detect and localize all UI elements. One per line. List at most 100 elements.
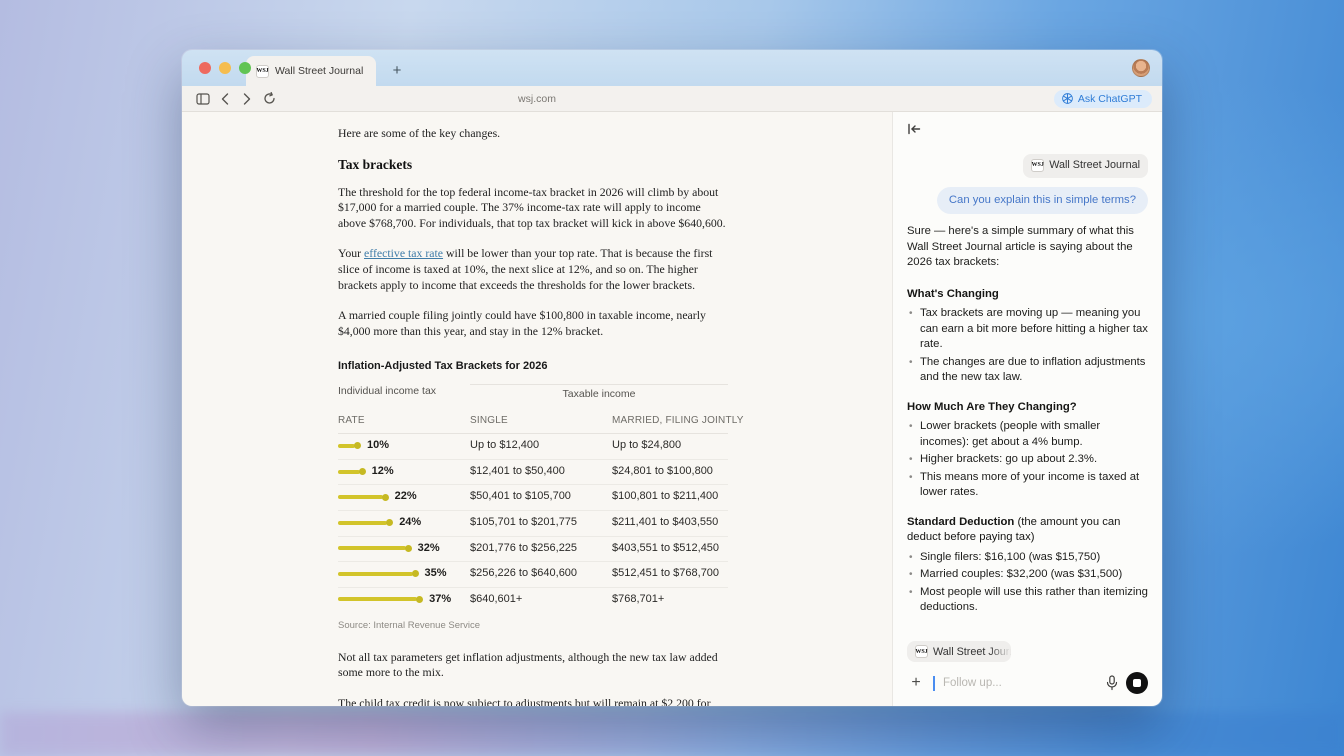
- bullet-item: Married couples: $32,200 (was $31,500): [907, 567, 1148, 583]
- rate-value: 12%: [372, 464, 394, 480]
- user-avatar[interactable]: [1132, 59, 1150, 77]
- column-header-married: MARRIED, FILING JOINTLY: [612, 409, 728, 435]
- minimize-button[interactable]: [219, 62, 231, 74]
- tab-title: Wall Street Journal: [275, 65, 363, 77]
- heading-bold: Standard Deduction: [907, 516, 1014, 528]
- bullet-item: Most people will use this rather than it…: [907, 585, 1148, 616]
- married-range: $100,801 to $211,400: [612, 485, 728, 511]
- rate-bar: [338, 519, 393, 526]
- paragraph-text: Your: [338, 246, 364, 260]
- composer-source-chip[interactable]: WSJ Wall Street Journal: [907, 641, 1011, 662]
- chat-composer: WSJ Wall Street Journal +: [893, 636, 1162, 707]
- single-range: $256,226 to $640,600: [470, 562, 612, 588]
- stop-icon: [1133, 679, 1141, 687]
- follow-up-input[interactable]: [943, 677, 1098, 689]
- married-range: $768,701+: [612, 588, 728, 613]
- rate-bar: [338, 545, 412, 552]
- browser-toolbar: wsj.com Ask ChatGPT: [182, 86, 1162, 112]
- reload-icon: [263, 92, 276, 105]
- table-title: Inflation-Adjusted Tax Brackets for 2026: [338, 359, 728, 375]
- back-button[interactable]: [214, 90, 236, 108]
- composer-chip-label: Wall Street Journal: [933, 646, 1011, 658]
- attachment-chip[interactable]: WSJ Wall Street Journal: [1023, 154, 1148, 178]
- table-group-label-left: Individual income tax: [338, 384, 470, 409]
- chatgpt-sidebar: WSJ Wall Street Journal Can you explain …: [892, 112, 1162, 706]
- married-range: $403,551 to $512,450: [612, 537, 728, 563]
- tax-brackets-table: Inflation-Adjusted Tax Brackets for 2026…: [338, 359, 728, 634]
- rate-value: 24%: [399, 515, 421, 531]
- assistant-bullet-list: Lower brackets (people with smaller inco…: [907, 419, 1148, 501]
- browser-tab[interactable]: WSJ Wall Street Journal: [246, 56, 376, 86]
- assistant-message: Sure — here's a simple summary of what t…: [907, 224, 1148, 636]
- forward-button[interactable]: [236, 90, 258, 108]
- bullet-item: Higher brackets: go up about 2.3%.: [907, 452, 1148, 468]
- forward-icon: [243, 93, 251, 105]
- assistant-bullet-list: Single filers: $16,100 (was $15,750) Mar…: [907, 550, 1148, 616]
- assistant-bullet-list: Tax brackets are moving up — meaning you…: [907, 306, 1148, 386]
- rate-value: 32%: [418, 541, 440, 557]
- married-range: $211,401 to $403,550: [612, 511, 728, 537]
- rate-bar: [338, 494, 389, 501]
- new-tab-button[interactable]: +: [388, 61, 406, 79]
- article-paragraph: Here are some of the key changes.: [338, 126, 728, 142]
- user-message-bubble: Can you explain this in simple terms?: [937, 187, 1148, 215]
- text-cursor: [933, 676, 935, 691]
- add-attachment-button[interactable]: +: [907, 675, 925, 691]
- collapse-icon: [907, 123, 921, 135]
- wsj-chip-icon: WSJ: [1031, 159, 1044, 172]
- dictation-button[interactable]: [1106, 675, 1118, 691]
- chat-messages[interactable]: WSJ Wall Street Journal Can you explain …: [893, 146, 1162, 636]
- close-button[interactable]: [199, 62, 211, 74]
- bullet-item: Single filers: $16,100 (was $15,750): [907, 550, 1148, 566]
- rate-bar: [338, 596, 423, 603]
- zoom-button[interactable]: [239, 62, 251, 74]
- ask-chatgpt-label: Ask ChatGPT: [1078, 93, 1142, 105]
- single-range: $105,701 to $201,775: [470, 511, 612, 537]
- assistant-section-heading: What's Changing: [907, 287, 1148, 303]
- assistant-section-heading: Standard Deduction (the amount you can d…: [907, 515, 1148, 546]
- ask-chatgpt-button[interactable]: Ask ChatGPT: [1054, 90, 1152, 108]
- table-source: Source: Internal Revenue Service: [338, 618, 728, 634]
- single-range: $50,401 to $105,700: [470, 485, 612, 511]
- article-body: Here are some of the key changes. Tax br…: [338, 112, 728, 706]
- sidebar-toggle-icon: [196, 93, 210, 105]
- bullet-item: The changes are due to inflation adjustm…: [907, 355, 1148, 386]
- single-range: $640,601+: [470, 588, 612, 613]
- voice-mode-button[interactable]: [1126, 672, 1148, 694]
- article-pane: Here are some of the key changes. Tax br…: [182, 112, 892, 706]
- married-range: $512,451 to $768,700: [612, 562, 728, 588]
- article-paragraph: Not all tax parameters get inflation adj…: [338, 650, 728, 681]
- sidebar-toggle-button[interactable]: [192, 90, 214, 108]
- tab-bar: WSJ Wall Street Journal +: [182, 50, 1162, 86]
- openai-icon: [1062, 93, 1073, 104]
- article-paragraph: The threshold for the top federal income…: [338, 185, 728, 232]
- rate-bar: [338, 570, 419, 577]
- assistant-section-heading: Estate and Gift Taxes: [907, 630, 1148, 636]
- back-icon: [221, 93, 229, 105]
- column-header-rate: RATE: [338, 409, 470, 435]
- rate-bar: [338, 468, 366, 475]
- traffic-lights: [199, 62, 251, 74]
- chat-menu-button[interactable]: [1133, 125, 1148, 133]
- assistant-section-heading: How Much Are They Changing?: [907, 400, 1148, 416]
- column-header-single: SINGLE: [470, 409, 612, 435]
- bullet-item: Tax brackets are moving up — meaning you…: [907, 306, 1148, 353]
- sidebar-header: [893, 112, 1162, 146]
- rate-value: 10%: [367, 438, 389, 454]
- wsj-favicon-icon: WSJ: [256, 65, 269, 78]
- section-heading-tax-brackets: Tax brackets: [338, 157, 728, 173]
- table-group-label-right: Taxable income: [470, 384, 728, 409]
- bullet-item: Lower brackets (people with smaller inco…: [907, 419, 1148, 450]
- effective-tax-rate-link[interactable]: effective tax rate: [364, 246, 443, 260]
- married-range: Up to $24,800: [612, 434, 728, 460]
- single-range: Up to $12,400: [470, 434, 612, 460]
- single-range: $201,776 to $256,225: [470, 537, 612, 563]
- assistant-intro: Sure — here's a simple summary of what t…: [907, 224, 1148, 271]
- article-paragraph: A married couple filing jointly could ha…: [338, 308, 728, 339]
- url-display[interactable]: wsj.com: [182, 93, 892, 105]
- reload-button[interactable]: [258, 90, 280, 108]
- article-paragraph: Your effective tax rate will be lower th…: [338, 246, 728, 293]
- rate-value: 35%: [425, 566, 447, 582]
- collapse-sidebar-button[interactable]: [907, 123, 921, 135]
- browser-window: WSJ Wall Street Journal + wsj.com Ask Ch…: [182, 50, 1162, 706]
